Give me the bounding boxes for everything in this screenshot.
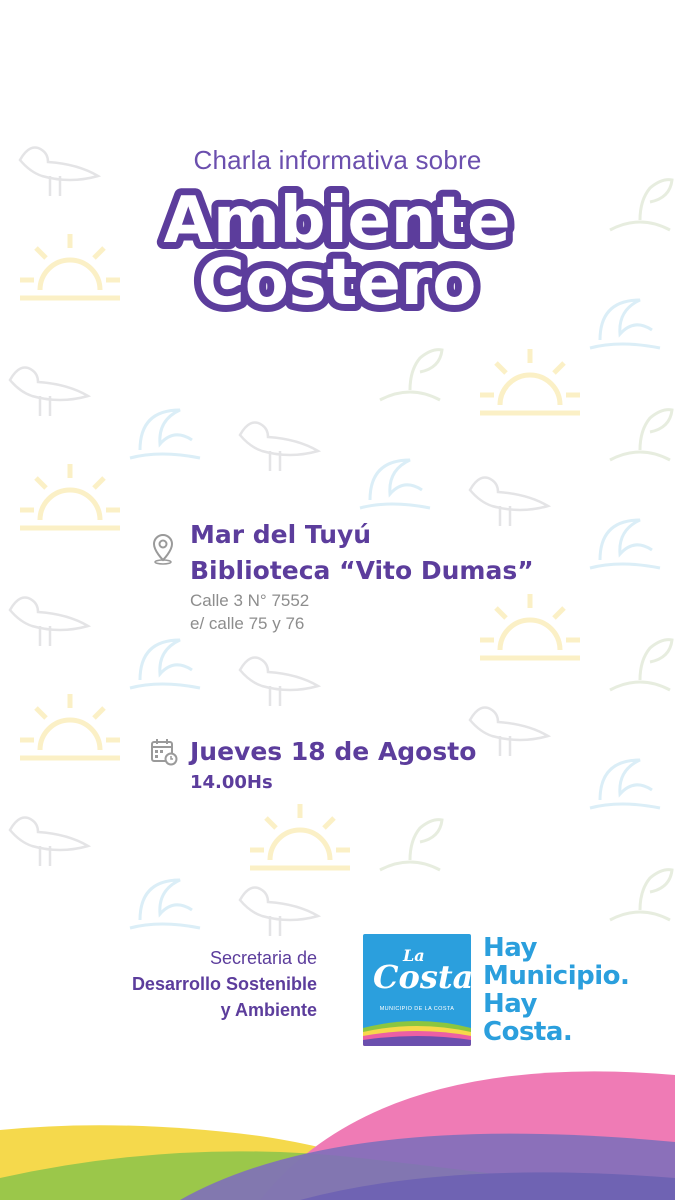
organizer-line1: Secretaria de bbox=[209, 948, 317, 968]
organizer-line2: Desarrollo Sostenible bbox=[131, 974, 317, 994]
title-line2: Costero bbox=[198, 246, 477, 320]
slogan-line1: Hay bbox=[483, 933, 537, 963]
organizer-line3: y Ambiente bbox=[220, 1000, 317, 1020]
logo-subtitle: MUNICIPIO DE LA COSTA bbox=[379, 1006, 455, 1012]
slogan-line3: Hay bbox=[483, 989, 537, 1019]
logo-stripes bbox=[363, 1021, 471, 1046]
venue-name: Biblioteca “Vito Dumas” bbox=[190, 556, 534, 585]
address-line2: e/ calle 75 y 76 bbox=[190, 614, 305, 633]
venue-city: Mar del Tuyú bbox=[190, 520, 372, 549]
address-line1: Calle 3 N° 7552 bbox=[190, 591, 310, 610]
intro-text: Charla informativa sobre bbox=[193, 145, 482, 175]
la-costa-logo: La Costa MUNICIPIO DE LA COSTA bbox=[363, 934, 471, 1046]
event-title: Ambiente Ambiente Costero Costero bbox=[157, 180, 518, 320]
map-pin-icon bbox=[152, 533, 174, 565]
slogan-line2: Municipio. bbox=[483, 961, 630, 991]
event-date: Jueves 18 de Agosto bbox=[190, 737, 477, 766]
slogan: Hay Municipio. Hay Costa. bbox=[483, 933, 630, 1047]
event-time: 14.00Hs bbox=[190, 772, 273, 793]
slogan-line4: Costa. bbox=[483, 1017, 573, 1047]
calendar-icon bbox=[151, 739, 178, 766]
organizer-name: Secretaria de Desarrollo Sostenible y Am… bbox=[132, 945, 317, 1023]
logo-costa-text: Costa bbox=[373, 958, 471, 996]
bottom-waves bbox=[0, 1071, 675, 1200]
